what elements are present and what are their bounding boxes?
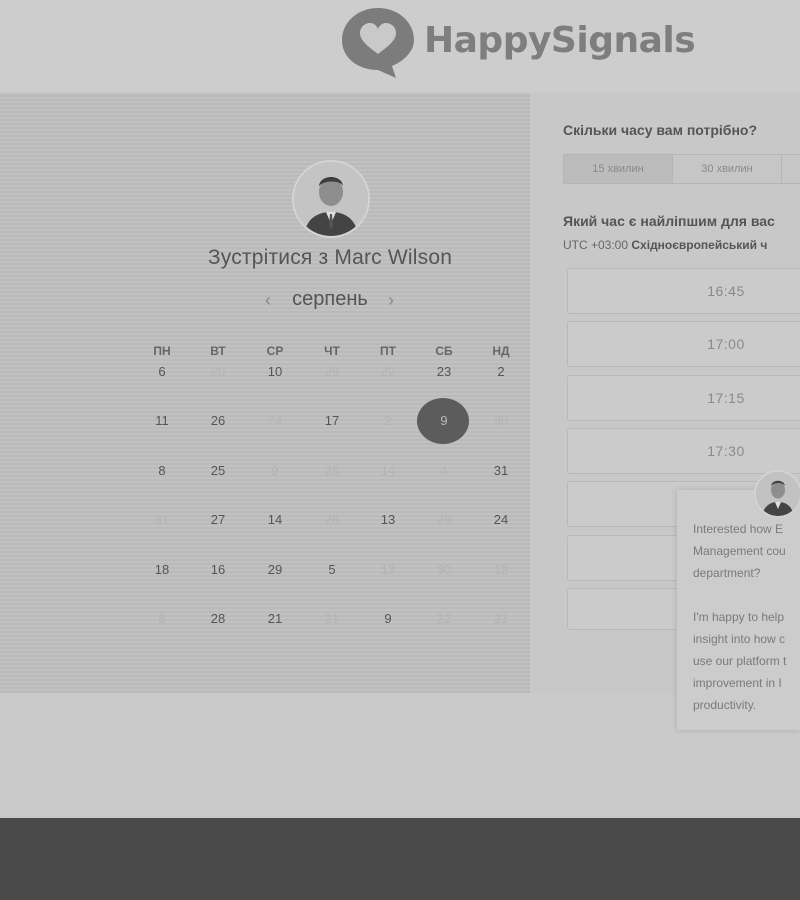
calendar-day: 22 xyxy=(380,364,396,379)
chat-line: improvement in I xyxy=(693,676,782,690)
person-avatar-icon xyxy=(294,162,368,236)
calendar-day: 2 xyxy=(384,413,392,428)
time-slot[interactable]: 16:45 xyxy=(567,268,800,314)
calendar-day: 31 xyxy=(324,611,340,626)
chat-line: Management cou xyxy=(693,544,786,558)
speech-bubble-heart-icon xyxy=(342,8,414,78)
calendar-day: 29 xyxy=(436,512,452,527)
calendar-day[interactable]: 11 xyxy=(136,401,188,441)
calendar-day[interactable]: 5 xyxy=(306,550,358,590)
calendar-day[interactable]: 27 xyxy=(192,500,244,540)
time-slot-label: 16:45 xyxy=(707,283,745,299)
calendar-day[interactable]: 9 xyxy=(362,599,414,639)
calendar-day: 30 xyxy=(493,413,509,428)
calendar-day[interactable]: 28 xyxy=(192,599,244,639)
duration-option-15[interactable]: 15 хвилин xyxy=(563,154,673,184)
time-slot-label: 17:30 xyxy=(707,443,745,459)
month-navigation: ‹ серпень › xyxy=(130,288,530,316)
calendar-day: 31 xyxy=(154,512,170,527)
calendar-day[interactable]: 14 xyxy=(249,500,301,540)
calendar-day: 19 xyxy=(493,562,509,577)
chat-line: use our platform t xyxy=(693,654,787,668)
happysignals-logo[interactable]: HappySignals xyxy=(340,6,740,80)
chat-avatar[interactable] xyxy=(754,470,800,518)
calendar-day[interactable]: 21 xyxy=(249,599,301,639)
host-avatar xyxy=(292,160,370,238)
calendar-day[interactable]: 31 xyxy=(475,451,527,491)
calendar-day[interactable]: 23 xyxy=(418,352,470,392)
chat-line: productivity. xyxy=(693,698,757,712)
chat-line: department? xyxy=(693,566,761,580)
chat-line: Interested how E xyxy=(693,522,784,536)
calendar-day-selected[interactable]: 9 xyxy=(418,401,470,441)
calendar-day[interactable]: 8 xyxy=(136,451,188,491)
brand-name: HappySignals xyxy=(424,20,696,61)
chat-message: Interested how E Management cou departme… xyxy=(693,518,800,716)
calendar-day: 26 xyxy=(324,512,340,527)
calendar-day: 30 xyxy=(436,562,452,577)
calendar-day[interactable]: 13 xyxy=(362,500,414,540)
calendar-day[interactable]: 25 xyxy=(192,451,244,491)
chevron-right-icon[interactable]: › xyxy=(388,290,394,311)
calendar-day[interactable]: 6 xyxy=(136,352,188,392)
time-slot[interactable]: 17:15 xyxy=(567,375,800,421)
chat-line: I'm happy to help xyxy=(693,610,785,624)
time-slot-label: 17:00 xyxy=(707,336,745,352)
duration-question: Скільки часу вам потрібно? xyxy=(563,122,758,138)
time-slot[interactable]: 17:30 xyxy=(567,428,800,474)
calendar-day: 21 xyxy=(493,611,509,626)
time-question: Який час є найліпшим для вас xyxy=(563,213,775,229)
duration-option-30[interactable]: 30 хвилин xyxy=(672,154,782,184)
page-footer xyxy=(0,818,800,900)
calendar-day[interactable]: 26 xyxy=(192,401,244,441)
duration-option-more[interactable] xyxy=(781,154,800,184)
time-slot-label: 17:15 xyxy=(707,390,745,406)
timezone-offset: UTC +03:00 xyxy=(563,238,629,252)
calendar-day[interactable]: 16 xyxy=(192,550,244,590)
calendar-day: 26 xyxy=(324,463,340,478)
site-header: HappySignals xyxy=(0,0,800,92)
calendar-day: 6 xyxy=(158,611,166,626)
calendar-day: 20 xyxy=(210,364,226,379)
calendar-day: 4 xyxy=(440,463,448,478)
month-label: серпень xyxy=(292,288,368,310)
calendar-day[interactable]: 17 xyxy=(306,401,358,441)
duration-tabs: 15 хвилин 30 хвилин xyxy=(563,154,800,184)
calendar-day[interactable]: 24 xyxy=(475,500,527,540)
calendar-day: 29 xyxy=(324,364,340,379)
time-slot[interactable]: 17:00 xyxy=(567,321,800,367)
person-avatar-icon xyxy=(756,472,800,516)
calendar-day[interactable]: 18 xyxy=(136,550,188,590)
meeting-title: Зустрітися з Marc Wilson xyxy=(207,246,453,269)
calendar-day[interactable]: 10 xyxy=(249,352,301,392)
calendar-day: 22 xyxy=(436,611,452,626)
calendar-day: 14 xyxy=(380,463,396,478)
calendar-day: 13 xyxy=(380,562,396,577)
calendar-day: 24 xyxy=(267,413,283,428)
chat-line: insight into how c xyxy=(693,632,786,646)
calendar-day: 9 xyxy=(271,463,279,478)
timezone-label[interactable]: UTC +03:00 Східноєвропейський ч xyxy=(563,238,767,252)
calendar-day[interactable]: 29 xyxy=(249,550,301,590)
calendar-day[interactable]: 2 xyxy=(475,352,527,392)
timezone-name: Східноєвропейський ч xyxy=(631,238,768,252)
